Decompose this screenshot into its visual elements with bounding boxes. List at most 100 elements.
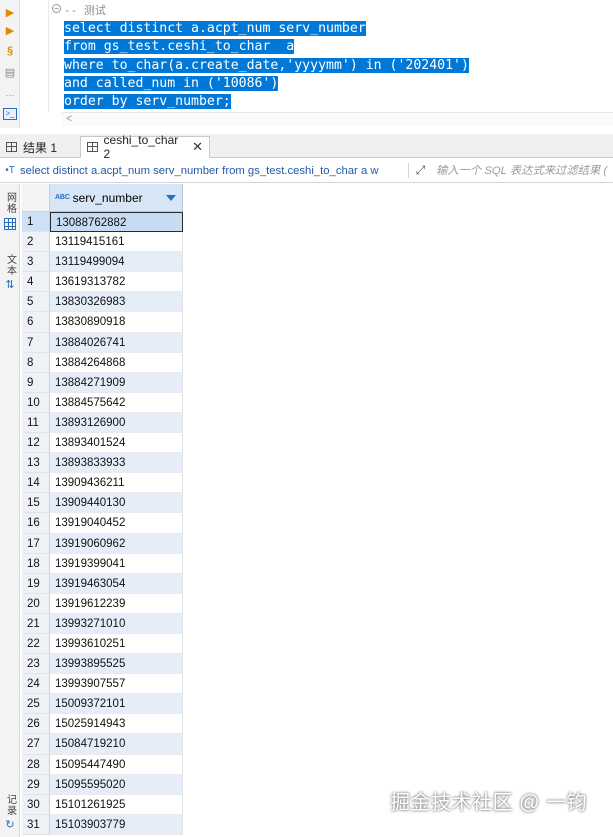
table-row[interactable]: 14 13909436211 xyxy=(22,473,183,494)
table-row[interactable]: 21 13993271010 xyxy=(22,613,183,634)
table-row[interactable]: 22 13993610251 xyxy=(22,633,183,655)
row-number[interactable]: 20 xyxy=(22,593,50,614)
table-row[interactable]: 27 15084719210 xyxy=(22,734,183,755)
table-row[interactable]: 2 13119415161 xyxy=(22,232,183,253)
table-row[interactable]: 26 15025914943 xyxy=(22,714,183,735)
cell-serv-number[interactable]: 13993907557 xyxy=(50,674,183,695)
cell-serv-number[interactable]: 15095595020 xyxy=(50,774,183,795)
row-number[interactable]: 29 xyxy=(22,774,50,795)
cell-serv-number[interactable]: 13884271909 xyxy=(50,372,183,393)
table-row[interactable]: 24 13993907557 xyxy=(22,674,183,695)
row-number[interactable]: 6 xyxy=(22,312,50,333)
result-grid[interactable]: ABC serv_number 1 13088762882 2 13119415161… xyxy=(22,184,613,837)
cell-serv-number[interactable]: 13884026741 xyxy=(50,332,183,353)
cell-serv-number[interactable]: 13993610251 xyxy=(50,633,183,655)
row-number[interactable]: 26 xyxy=(22,714,50,735)
cell-serv-number[interactable]: 13893126900 xyxy=(50,412,183,434)
cell-serv-number[interactable]: 15084719210 xyxy=(50,734,183,755)
document-icon[interactable]: ▤ xyxy=(3,66,17,80)
row-number[interactable]: 21 xyxy=(22,613,50,634)
row-number[interactable]: 15 xyxy=(22,493,50,514)
row-number[interactable]: 2 xyxy=(22,232,50,253)
cell-serv-number[interactable]: 13919060962 xyxy=(50,533,183,554)
cell-serv-number[interactable]: 15101261925 xyxy=(50,794,183,815)
row-number[interactable]: 14 xyxy=(22,473,50,494)
row-number[interactable]: 18 xyxy=(22,553,50,574)
row-number[interactable]: 5 xyxy=(22,292,50,313)
scroll-left-icon[interactable]: < xyxy=(66,113,72,125)
row-number[interactable]: 27 xyxy=(22,734,50,755)
table-row[interactable]: 20 13919612239 xyxy=(22,593,183,614)
table-row[interactable]: 19 13919463054 xyxy=(22,573,183,594)
console-icon[interactable]: >_ xyxy=(3,108,17,120)
table-row[interactable]: 5 13830326983 xyxy=(22,292,183,313)
cell-serv-number[interactable]: 13919612239 xyxy=(50,593,183,614)
table-row[interactable]: 8 13884264868 xyxy=(22,352,183,373)
row-number[interactable]: 23 xyxy=(22,654,50,675)
cell-serv-number[interactable]: 13830890918 xyxy=(50,312,183,333)
tab-result-1[interactable]: 结果 1 xyxy=(0,136,70,158)
table-row[interactable]: 4 13619313782 xyxy=(22,272,183,293)
table-row[interactable]: 6 13830890918 xyxy=(22,312,183,333)
row-number[interactable]: 10 xyxy=(22,392,50,413)
table-row[interactable]: 29 15095595020 xyxy=(22,774,183,795)
grid-view-button[interactable]: 网格 xyxy=(2,192,18,230)
table-row[interactable]: 16 13919040452 xyxy=(22,513,183,534)
cell-serv-number[interactable]: 13993271010 xyxy=(50,613,183,634)
cell-serv-number[interactable]: 13884264868 xyxy=(50,352,183,373)
row-number[interactable]: 4 xyxy=(22,272,50,293)
cell-serv-number[interactable]: 13619313782 xyxy=(50,272,183,293)
grid-corner[interactable] xyxy=(22,184,50,212)
filter-input[interactable] xyxy=(432,164,613,177)
cell-serv-number[interactable]: 13884575642 xyxy=(50,392,183,413)
row-number[interactable]: 7 xyxy=(22,332,50,353)
cell-serv-number[interactable]: 15025914943 xyxy=(50,714,183,735)
table-row[interactable]: 7 13884026741 xyxy=(22,332,183,353)
row-number[interactable]: 8 xyxy=(22,352,50,373)
row-number[interactable]: 13 xyxy=(22,453,50,474)
cell-serv-number[interactable]: 13993895525 xyxy=(50,654,183,675)
table-row[interactable]: 18 13919399041 xyxy=(22,553,183,574)
tab-ceshi-to-char-2[interactable]: ceshi_to_char 2 ✕ xyxy=(80,133,210,161)
sql-editor[interactable]: ▶ ▶ § ▤ ··· >_ − -- 测试 select distinct a… xyxy=(0,0,613,128)
cell-serv-number[interactable]: 13919040452 xyxy=(50,513,183,534)
row-number[interactable]: 22 xyxy=(22,633,50,655)
row-number[interactable]: 30 xyxy=(22,794,50,815)
row-number[interactable]: 9 xyxy=(22,372,50,393)
cell-serv-number[interactable]: 15009372101 xyxy=(50,694,183,715)
table-row[interactable]: 10 13884575642 xyxy=(22,392,183,413)
table-row[interactable]: 13 13893833933 xyxy=(22,453,183,474)
row-number[interactable]: 11 xyxy=(22,412,50,434)
table-row[interactable]: 11 13893126900 xyxy=(22,412,183,434)
expand-icon[interactable]: ⤢ xyxy=(408,163,432,178)
table-row[interactable]: 25 15009372101 xyxy=(22,694,183,715)
row-number[interactable]: 31 xyxy=(22,814,50,835)
row-number[interactable]: 1 xyxy=(22,212,50,233)
row-number[interactable]: 24 xyxy=(22,674,50,695)
fold-toggle-icon[interactable]: − xyxy=(52,4,61,13)
row-number[interactable]: 28 xyxy=(22,754,50,775)
table-row[interactable]: 30 15101261925 xyxy=(22,794,183,815)
sql-filter-icon[interactable]: •T xyxy=(0,165,20,176)
table-row[interactable]: 3 13119499094 xyxy=(22,252,183,273)
record-view-button[interactable]: 记录 ↻ xyxy=(2,794,18,831)
table-row[interactable]: 15 13909440130 xyxy=(22,493,183,514)
cell-serv-number[interactable]: 15095447490 xyxy=(50,754,183,775)
cell-serv-number[interactable]: 13830326983 xyxy=(50,292,183,313)
execute-script-icon[interactable]: ▶ xyxy=(3,24,17,38)
text-view-button[interactable]: 文本 ⇅ xyxy=(2,254,18,291)
row-number[interactable]: 12 xyxy=(22,433,50,454)
cell-serv-number[interactable]: 13088762882 xyxy=(50,212,183,233)
editor-horizontal-scrollbar[interactable]: < xyxy=(62,112,613,126)
cell-serv-number[interactable]: 13119499094 xyxy=(50,252,183,273)
execute-statement-icon[interactable]: ▶ xyxy=(3,6,17,20)
cell-serv-number[interactable]: 13893833933 xyxy=(50,453,183,474)
cell-serv-number[interactable]: 13119415161 xyxy=(50,232,183,253)
table-row[interactable]: 28 15095447490 xyxy=(22,754,183,775)
row-number[interactable]: 19 xyxy=(22,573,50,594)
row-number[interactable]: 3 xyxy=(22,252,50,273)
sql-code[interactable]: -- 测试 select distinct a.acpt_num serv_nu… xyxy=(64,2,469,111)
close-icon[interactable]: ✕ xyxy=(192,139,203,155)
sort-dropdown-icon[interactable] xyxy=(166,195,176,201)
cell-serv-number[interactable]: 15103903779 xyxy=(50,814,183,835)
